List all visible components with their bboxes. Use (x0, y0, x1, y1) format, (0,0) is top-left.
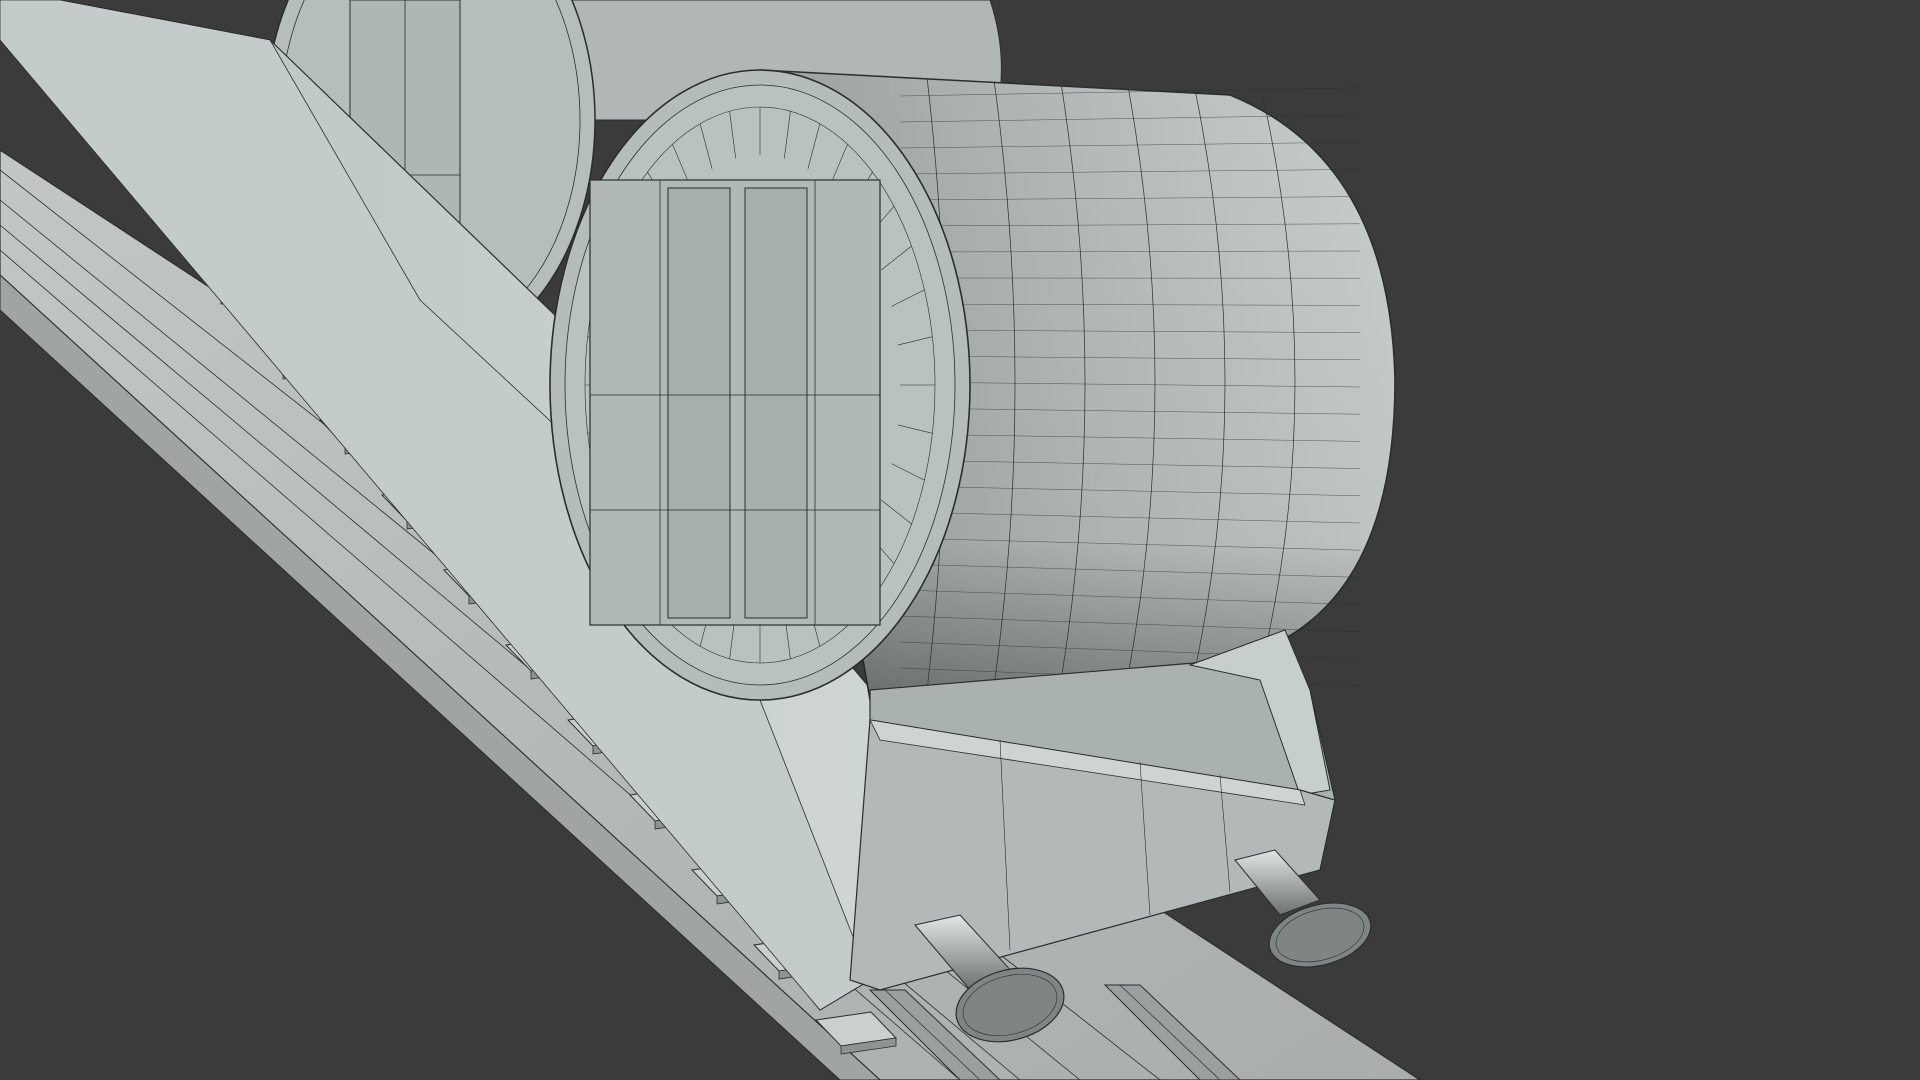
wireframe-scene (0, 0, 1422, 1080)
3d-viewport[interactable] (0, 0, 1920, 1080)
barrel-end-face (549, 69, 971, 701)
